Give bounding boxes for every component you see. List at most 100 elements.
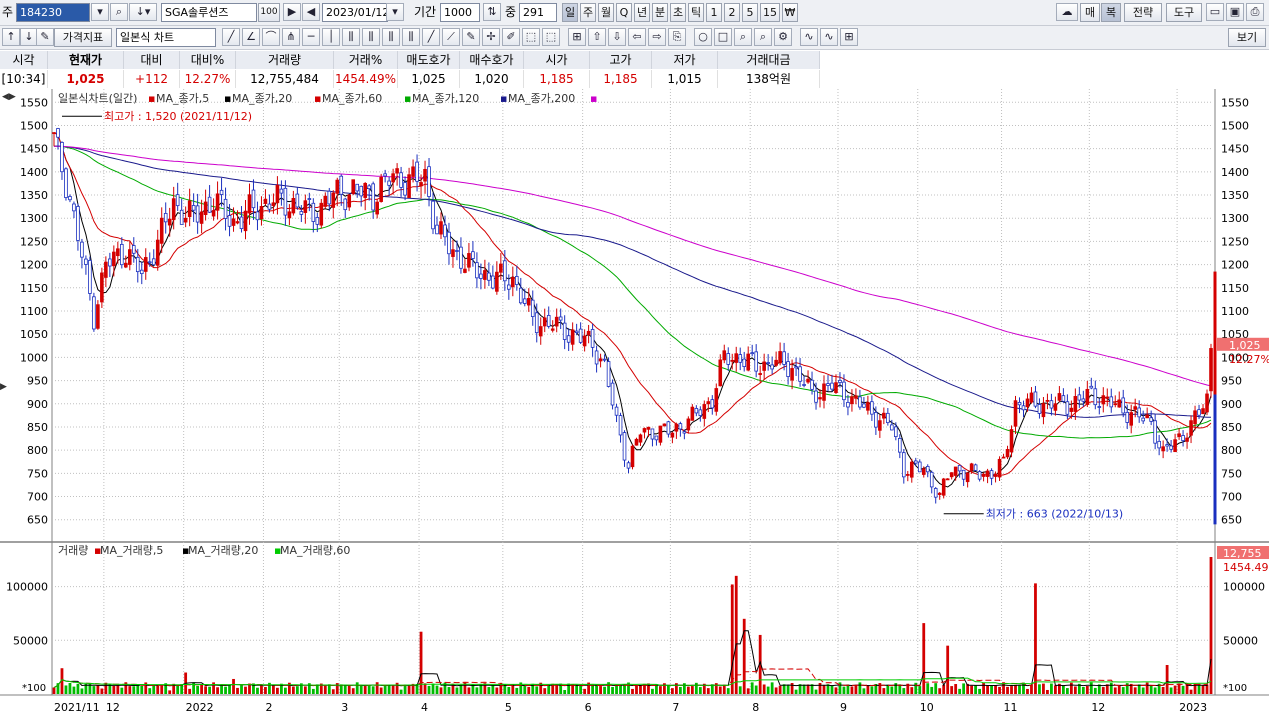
draw-tool-icon-10[interactable]: ╱ [422, 28, 440, 46]
save-icon[interactable]: ▣ [1226, 3, 1244, 21]
right-button-2[interactable]: 전략 [1124, 3, 1162, 22]
print-icon[interactable]: ⎙ [1246, 3, 1264, 21]
draw-tool-icon-26[interactable]: ⌕ [754, 28, 772, 46]
stock-code-input[interactable]: 184230 [16, 3, 90, 22]
interval-button-10[interactable]: 5 [742, 3, 758, 22]
volume-bar [946, 645, 950, 694]
edit-icon[interactable]: ✎ [36, 28, 54, 46]
prev-arrow-icon[interactable]: ◀ [302, 3, 320, 21]
draw-tool-icon-28[interactable]: ∿ [800, 28, 818, 46]
stock-name-field[interactable]: SGA솔루션즈 [161, 3, 257, 22]
draw-tool-icon-25[interactable]: ⌕ [734, 28, 752, 46]
draw-tool-icon-9[interactable]: ⫼ [402, 28, 420, 46]
candle-body [124, 262, 128, 268]
volume-bar [216, 687, 219, 694]
cloud-icon[interactable]: ☁ [1056, 3, 1078, 21]
draw-tool-icon-5[interactable]: │ [322, 28, 340, 46]
volume-bar [962, 683, 966, 694]
move-up-icon[interactable]: ↑ [2, 28, 20, 46]
sort-icon[interactable]: ↓▾ [129, 3, 157, 21]
draw-tool-icon-6[interactable]: ⫼ [342, 28, 360, 46]
draw-tool-icon-30[interactable]: ⊞ [840, 28, 858, 46]
draw-tool-icon-15[interactable]: ⬚ [522, 28, 540, 46]
next-arrow-icon[interactable]: ▶ [283, 3, 301, 21]
interval-button-9[interactable]: 2 [724, 3, 740, 22]
candle-body [718, 359, 723, 387]
right-button-3[interactable]: 도구 [1166, 3, 1202, 22]
candle-body [1193, 410, 1197, 425]
draw-tool-icon-23[interactable]: ○ [694, 28, 712, 46]
interval-button-8[interactable]: 1 [706, 3, 722, 22]
date-input[interactable]: 2023/01/12 [322, 3, 389, 22]
draw-tool-icon-14[interactable]: ✐ [502, 28, 520, 46]
volume-bar [1061, 685, 1065, 694]
quote-value-11: 138억원 [718, 70, 820, 88]
draw-tool-icon-27[interactable]: ⚙ [774, 28, 792, 46]
folder-icon[interactable]: ▭ [1206, 3, 1224, 21]
right-button-1[interactable]: 복 [1101, 3, 1121, 22]
draw-tool-icon-17[interactable]: ⊞ [568, 28, 586, 46]
interval-button-12[interactable]: ₩ [782, 3, 798, 22]
count-input[interactable]: 291 [519, 3, 557, 22]
draw-tool-icon-20[interactable]: ⇦ [628, 28, 646, 46]
candle-body [387, 180, 391, 186]
draw-tool-icon-0[interactable]: ╱ [222, 28, 240, 46]
draw-tool-icon-13[interactable]: ✢ [482, 28, 500, 46]
candle-body [666, 421, 671, 435]
draw-tool-icon-12[interactable]: ✎ [462, 28, 480, 46]
volume-bar [814, 689, 818, 694]
draw-tool-icon-19[interactable]: ⇩ [608, 28, 626, 46]
candle-body [155, 239, 160, 266]
draw-tool-icon-1[interactable]: ∠ [242, 28, 260, 46]
candle-body [203, 201, 208, 215]
draw-tool-icon-11[interactable]: ⟋ [442, 28, 460, 46]
interval-button-0[interactable]: 일 [562, 3, 578, 22]
draw-tool-icon-29[interactable]: ∿ [820, 28, 838, 46]
candle-body [1097, 406, 1102, 408]
candle-body [646, 426, 651, 430]
xtick-label: 5 [505, 701, 512, 714]
xtick-label: 9 [840, 701, 847, 714]
indicator-button[interactable]: 가격지표 [54, 28, 112, 47]
draw-tool-icon-21[interactable]: ⇨ [648, 28, 666, 46]
volume-bar [395, 682, 399, 694]
chart-type-select[interactable]: 일본식 차트 [116, 28, 216, 47]
candle-body [562, 322, 567, 340]
draw-tool-icon-16[interactable]: ⬚ [542, 28, 560, 46]
interval-button-1[interactable]: 주 [580, 3, 596, 22]
volume-bar [1169, 687, 1173, 694]
candle-body [810, 379, 814, 390]
date-dropdown-icon[interactable]: ▾ [386, 3, 404, 21]
right-button-0[interactable]: 매 [1080, 3, 1100, 22]
volume-ytick-right: 100000 [1223, 581, 1265, 594]
interval-button-4[interactable]: 년 [634, 3, 650, 22]
candle-body [626, 462, 631, 469]
interval-button-5[interactable]: 분 [652, 3, 668, 22]
draw-tool-icon-7[interactable]: ⫼ [362, 28, 380, 46]
draw-tool-icon-2[interactable]: ⌒ [262, 28, 280, 46]
volume-bar [379, 687, 383, 694]
period-stepper-icon[interactable]: ⇅ [483, 3, 501, 21]
candle-body [1085, 388, 1090, 405]
interval-button-7[interactable]: 틱 [688, 3, 704, 22]
xtick-label: 2022 [186, 701, 214, 714]
period-input[interactable]: 1000 [440, 3, 480, 22]
interval-button-3[interactable]: Q [616, 3, 632, 22]
draw-tool-icon-4[interactable]: ─ [302, 28, 320, 46]
candle-body [96, 304, 100, 329]
view-button[interactable]: 보기 [1228, 28, 1266, 47]
interval-button-2[interactable]: 월 [598, 3, 614, 22]
draw-tool-icon-24[interactable]: □ [714, 28, 732, 46]
volume-bar [882, 688, 886, 694]
volume-bar [583, 688, 587, 694]
xtick-label: 4 [421, 701, 428, 714]
draw-tool-icon-3[interactable]: ⋔ [282, 28, 300, 46]
candle-body [1181, 435, 1185, 442]
code-dropdown-icon[interactable]: ▾ [91, 3, 109, 21]
draw-tool-icon-18[interactable]: ⇧ [588, 28, 606, 46]
interval-button-11[interactable]: 15 [760, 3, 780, 22]
draw-tool-icon-8[interactable]: ⫼ [382, 28, 400, 46]
interval-button-6[interactable]: 초 [670, 3, 686, 22]
draw-tool-icon-22[interactable]: ⎘ [668, 28, 686, 46]
search-icon[interactable]: ⌕ [110, 3, 128, 21]
